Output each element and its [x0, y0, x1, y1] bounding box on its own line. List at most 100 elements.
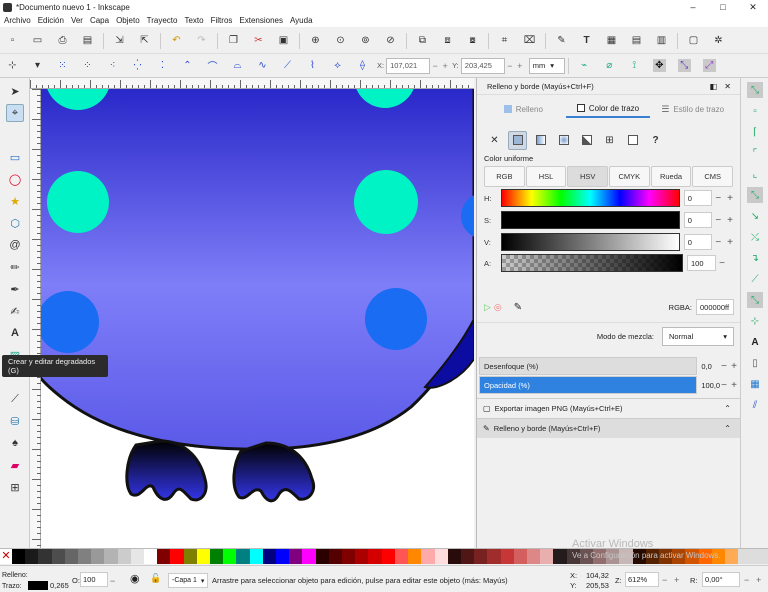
hue-slider[interactable]	[500, 189, 680, 207]
show-handles-icon[interactable]: ⤡	[677, 59, 691, 72]
zoom-drawing-icon[interactable]: ⊙	[334, 34, 347, 47]
color-swatch[interactable]	[262, 549, 277, 564]
color-swatch[interactable]	[474, 549, 488, 564]
blend-mode-select[interactable]: Normal ▾	[662, 326, 734, 346]
drawing-canvas[interactable]	[41, 89, 474, 548]
join-nodes-icon[interactable]: ⁘	[81, 59, 94, 72]
color-swatch[interactable]	[25, 549, 39, 564]
align-distribute-icon[interactable]: ▥	[655, 34, 668, 47]
ungroup-icon[interactable]: ⌧	[523, 34, 536, 47]
color-swatch[interactable]	[394, 549, 409, 564]
text-tool-icon[interactable]: A	[6, 324, 24, 342]
zoom-tool-icon[interactable]	[6, 126, 24, 144]
color-swatch[interactable]	[368, 549, 382, 564]
rotation-decrement[interactable]: −	[744, 575, 749, 585]
color-swatch[interactable]	[196, 549, 211, 564]
opacity-value[interactable]: 100,0	[701, 381, 721, 390]
color-swatch[interactable]	[38, 549, 52, 564]
opacity-decrement[interactable]: −	[721, 380, 731, 391]
segment-curve-icon[interactable]: ⌇	[306, 59, 319, 72]
preferences-icon[interactable]: ✲	[712, 34, 725, 47]
tab-hsv[interactable]: HSV	[567, 166, 609, 187]
stroke-color-indicator[interactable]	[28, 581, 48, 590]
blur-slider[interactable]: Desenfoque (%)	[479, 357, 698, 375]
color-swatch[interactable]	[276, 549, 290, 564]
open-icon[interactable]: ▭	[31, 34, 44, 47]
show-clip-icon[interactable]: ⌁	[578, 59, 591, 72]
redo-icon[interactable]: ↷	[195, 34, 208, 47]
star-tool-icon[interactable]: ★	[6, 192, 24, 210]
chevron-up-icon[interactable]: ⌃	[724, 424, 731, 433]
dot-blue[interactable]	[365, 288, 427, 350]
value-increment[interactable]: +	[724, 237, 736, 248]
save-icon[interactable]: ▤	[81, 34, 94, 47]
body-shape[interactable]	[41, 89, 474, 451]
duplicate-icon[interactable]: ⧉	[416, 34, 429, 47]
color-swatch[interactable]	[51, 549, 65, 564]
color-swatch[interactable]	[12, 549, 26, 564]
rotation-field[interactable]: 0,00°	[702, 572, 740, 587]
color-swatch[interactable]	[408, 549, 422, 564]
smooth-node-icon[interactable]: ⌒	[206, 59, 219, 73]
ellipse-tool-icon[interactable]: ◯	[6, 170, 24, 188]
color-swatch[interactable]	[249, 549, 263, 564]
minimize-button[interactable]: –	[678, 0, 708, 14]
export-icon[interactable]: ⇱	[138, 34, 151, 47]
y-increment-button[interactable]: +	[515, 58, 525, 74]
x-coordinate-field[interactable]: 107,021	[386, 57, 431, 74]
color-swatch[interactable]	[236, 549, 250, 564]
join-segment-icon[interactable]: ⁛	[131, 59, 144, 72]
tab-cmyk[interactable]: CMYK	[609, 166, 650, 187]
break-path-icon[interactable]: ⁖	[106, 59, 119, 72]
dock-iconify-icon[interactable]: ◧	[709, 82, 717, 91]
saturation-value[interactable]: 0	[683, 212, 713, 228]
menu-capa[interactable]: Capa	[90, 16, 109, 25]
color-swatch[interactable]	[526, 549, 541, 564]
snap-cusp-icon[interactable]: ↴	[747, 250, 763, 266]
color-swatch[interactable]	[91, 549, 105, 564]
left-foot[interactable]	[125, 439, 208, 502]
rgba-field[interactable]: 000000ff	[696, 299, 734, 315]
zoom-selection-icon[interactable]: ⊕	[309, 34, 322, 47]
color-swatch[interactable]	[78, 549, 92, 564]
color-swatch[interactable]	[315, 549, 329, 564]
text-font-icon[interactable]: T	[580, 34, 593, 47]
flat-color-icon[interactable]	[508, 130, 527, 150]
menu-objeto[interactable]: Objeto	[116, 16, 140, 25]
color-swatch[interactable]	[130, 549, 145, 564]
dot-cyan[interactable]	[47, 171, 109, 233]
snap-path-icon[interactable]: ↘	[747, 208, 763, 224]
eraser-tool-icon[interactable]: ▰	[6, 456, 24, 474]
color-swatch[interactable]	[540, 549, 554, 564]
print-icon[interactable]: ⎙	[56, 34, 69, 47]
stroke-width[interactable]: 0,265	[50, 581, 69, 590]
no-paint-icon[interactable]: ✕	[485, 131, 504, 150]
palette-scroll[interactable]	[738, 549, 768, 564]
color-swatch[interactable]	[381, 549, 395, 564]
symmetric-node-icon[interactable]: ⌓	[231, 59, 244, 72]
color-swatch[interactable]	[223, 549, 237, 564]
paste-icon[interactable]: ▣	[277, 34, 290, 47]
saturation-decrement[interactable]: −	[712, 215, 724, 226]
saturation-slider[interactable]	[500, 211, 680, 229]
group-icon[interactable]: ⌗	[498, 34, 511, 47]
layer-visibility-icon[interactable]: ◉	[130, 572, 140, 585]
color-swatch[interactable]	[117, 549, 131, 564]
color-swatch[interactable]	[289, 549, 303, 564]
radial-gradient-icon[interactable]	[554, 131, 573, 150]
value-value[interactable]: 0	[683, 234, 713, 250]
calligraphy-tool-icon[interactable]: ✍	[6, 302, 24, 320]
opacity-field[interactable]: 100	[80, 572, 108, 587]
color-swatch[interactable]	[342, 549, 356, 564]
color-swatch[interactable]	[447, 549, 461, 564]
tab-wheel[interactable]: Rueda	[650, 166, 692, 187]
alpha-slider[interactable]	[501, 254, 683, 272]
value-decrement[interactable]: −	[712, 237, 724, 248]
fill-stroke-panel-header[interactable]: ✎ Relleno y borde (Mayús+Ctrl+F) ⌃	[477, 418, 741, 438]
zoom-decrement[interactable]: −	[662, 575, 667, 585]
cusp-node-icon[interactable]: ⌃	[181, 59, 194, 72]
snap-smooth-icon[interactable]: ⟋	[747, 271, 763, 287]
delete-segment-icon[interactable]: ⁚	[156, 59, 169, 72]
alpha-value[interactable]: 100	[687, 255, 716, 271]
dropper-tool-icon[interactable]: ⟋	[6, 390, 24, 408]
